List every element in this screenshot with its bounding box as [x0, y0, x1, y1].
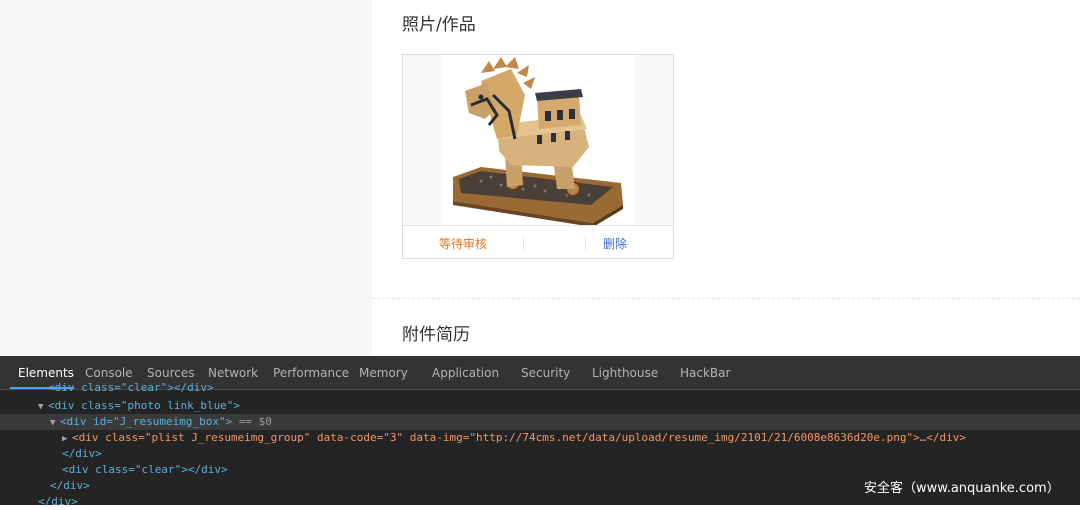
- dom-node-line-selected[interactable]: ▼ <div id="J_resumeimg_box"> == $0: [0, 414, 1080, 430]
- tab-elements[interactable]: Elements: [18, 366, 74, 380]
- dom-node-text: </div>: [50, 479, 90, 492]
- dom-node-text: </div>: [38, 495, 78, 508]
- section-divider: [372, 298, 1080, 299]
- dom-node-line[interactable]: </div>: [0, 446, 1080, 462]
- tab-console[interactable]: Console: [85, 366, 133, 380]
- selected-node-marker: == $0: [238, 415, 272, 428]
- collapsed-triangle-icon[interactable]: ▶: [62, 431, 72, 447]
- tab-network[interactable]: Network: [208, 366, 258, 380]
- dom-node-line[interactable]: <div class="clear"></div>: [0, 380, 1080, 396]
- tab-lighthouse[interactable]: Lighthouse: [592, 366, 658, 380]
- dom-node-text: <div class="plist J_resumeimg_group" dat…: [72, 431, 967, 444]
- tab-performance[interactable]: Performance: [273, 366, 349, 380]
- photo-thumbnail[interactable]: [403, 55, 673, 226]
- dom-node-text: <div class="clear"></div>: [62, 463, 228, 476]
- review-status: 等待审核: [439, 237, 488, 251]
- tab-application[interactable]: Application: [432, 366, 499, 380]
- resume-content: 照片/作品 等待审核 删除 附件简历: [372, 0, 1080, 356]
- delete-link[interactable]: 删除: [603, 235, 627, 252]
- trojan-horse-image: [453, 57, 623, 225]
- left-panel: [0, 0, 372, 356]
- dom-node-line[interactable]: ▼ <div class="photo link_blue">: [0, 398, 1080, 414]
- tab-security[interactable]: Security: [521, 366, 570, 380]
- dom-node-line[interactable]: ▶ <div class="plist J_resumeimg_group" da…: [0, 430, 1080, 446]
- photo-card-actions: 等待审核 删除: [403, 226, 673, 258]
- tab-memory[interactable]: Memory: [359, 366, 408, 380]
- dom-node-line[interactable]: </div>: [0, 494, 1080, 510]
- watermark: 安全客（www.anquanke.com）: [864, 481, 1060, 496]
- photo-section-title: 照片/作品: [402, 15, 476, 35]
- dom-node-text: </div>: [62, 447, 102, 460]
- dom-node-text: <div class="clear"></div>: [48, 381, 214, 394]
- attachment-section-title: 附件简历: [402, 325, 470, 345]
- dom-node-text: <div class="photo link_blue">: [48, 399, 241, 412]
- dom-node-line[interactable]: <div class="clear"></div>: [0, 462, 1080, 478]
- expand-triangle-icon[interactable]: ▼: [50, 415, 60, 431]
- photo-card: 等待审核 删除: [402, 54, 674, 259]
- dom-node-text: <div id="J_resumeimg_box">: [60, 415, 233, 428]
- separator: [523, 236, 524, 250]
- expand-triangle-icon[interactable]: ▼: [38, 399, 48, 415]
- tab-sources[interactable]: Sources: [147, 366, 194, 380]
- tab-hackbar[interactable]: HackBar: [680, 366, 730, 380]
- separator: [585, 236, 586, 250]
